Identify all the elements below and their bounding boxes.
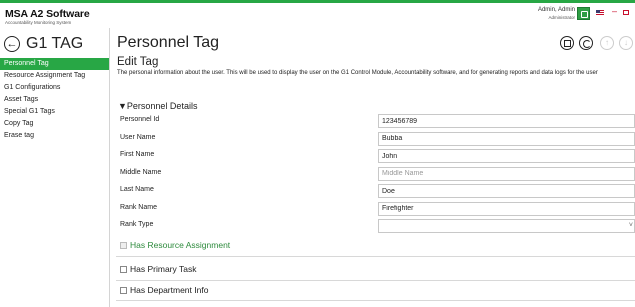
personnel-id-label: Personnel Id [120,116,160,123]
has-primary-task-checkbox[interactable]: Has Primary Task [120,263,196,275]
form-row: Last Name [120,183,635,201]
save-icon[interactable] [560,36,574,50]
arrow-down-icon[interactable]: ↓ [619,36,633,50]
form-row: Middle Name [120,166,635,184]
middle-name-input[interactable] [378,166,635,181]
form-row: User Name [120,131,635,149]
chevron-down-icon: ˅ [628,222,633,229]
section-description: The personal information about the user.… [117,70,598,76]
sidebar-item-g1-configurations[interactable]: G1 Configurations [0,82,109,94]
sidebar-item-personnel-tag[interactable]: Personnel Tag [0,58,109,70]
has-department-info-checkbox[interactable]: Has Department Info [120,284,208,296]
user-info[interactable]: Admin, Admin Administrator [538,7,575,21]
rank-name-label: Rank Name [120,203,157,211]
rank-name-input[interactable] [378,201,635,216]
user-name-label: User Name [120,133,156,141]
form-row: Rank Name [120,201,635,219]
sidebar-header: ← G1 TAG [4,34,83,54]
user-name: Admin, Admin [537,7,575,13]
sidebar-title: G1 TAG [26,35,84,52]
first-name-label: First Name [120,151,155,158]
rank-type-select[interactable]: ˅ [378,219,635,233]
maximize-button[interactable] [623,10,629,15]
checkbox-box[interactable] [120,265,127,273]
last-name-input[interactable] [378,184,635,198]
arrow-up-icon[interactable]: ↑ [600,36,614,50]
rank-type-label: Rank Type [120,221,154,228]
undo-icon[interactable] [579,36,593,50]
arrow-left-circle-icon[interactable]: ← [4,36,20,52]
user-name-input[interactable] [378,131,635,146]
sidebar-item-resource-assignment-tag[interactable]: Resource Assignment Tag [0,70,109,82]
checkbox-box[interactable] [120,286,127,294]
page-title: Personnel Tag [117,34,219,51]
has-resource-assignment-checkbox[interactable]: Has Resource Assignment [120,239,230,251]
personnel-details-form: Personnel Id User Name First Name Middle… [120,113,635,236]
brand: MSA A2 Software Accountability Monitorin… [5,8,90,25]
app-subtitle: Accountability Monitoring System [5,20,72,25]
main-content: Personnel Tag ↑ ↓ Edit Tag The personal … [116,28,635,307]
divider [116,256,635,257]
divider [116,300,635,301]
minimize-button[interactable]: – [612,7,617,16]
us-flag-icon[interactable] [596,10,604,16]
checkbox-label: Has Primary Task [130,264,197,274]
form-row: Personnel Id [120,113,635,131]
personnel-details-toggle[interactable]: ▼Personnel Details [118,101,197,111]
checkbox-box[interactable] [120,241,127,249]
checkbox-label: Has Department Info [130,285,209,295]
form-row: First Name [120,148,635,166]
checkbox-label: Has Resource Assignment [130,240,231,250]
network-status-icon[interactable] [577,7,590,20]
top-bar: MSA A2 Software Accountability Monitorin… [0,0,635,28]
app-title: MSA A2 Software [5,8,90,20]
sidebar-nav: Personnel Tag Resource Assignment Tag G1… [0,58,109,142]
section-title: Edit Tag [117,56,159,68]
sidebar: ← G1 TAG Personnel Tag Resource Assignme… [0,28,110,307]
sidebar-item-erase-tag[interactable]: Erase tag [0,130,109,142]
last-name-label: Last Name [120,186,154,193]
personnel-id-input[interactable] [378,114,635,128]
sidebar-item-special-g1-tags[interactable]: Special G1 Tags [0,106,109,118]
first-name-input[interactable] [378,149,635,163]
user-role: Administrator [548,15,575,20]
sidebar-item-asset-tags[interactable]: Asset Tags [0,94,109,106]
form-row: Rank Type ˅ [120,218,635,236]
divider [116,280,635,281]
middle-name-label: Middle Name [120,168,162,176]
sidebar-item-copy-tag[interactable]: Copy Tag [0,118,109,130]
